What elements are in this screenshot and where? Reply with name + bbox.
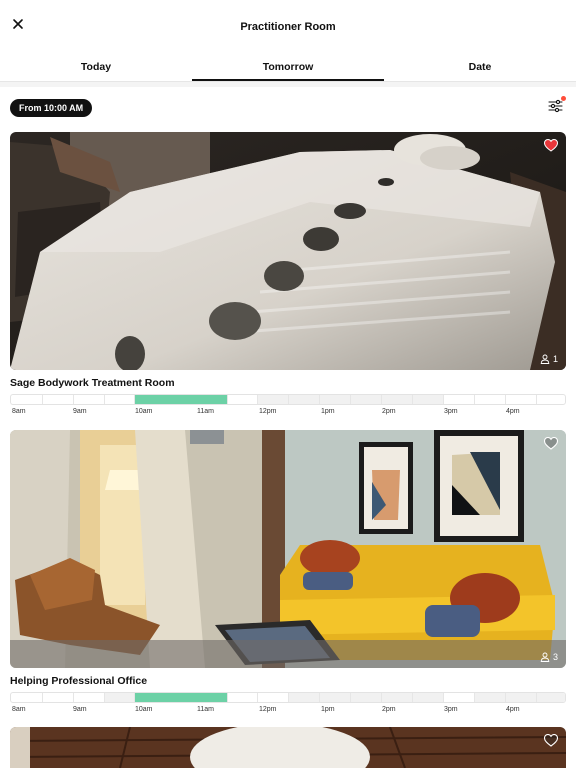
massage-table-photo[interactable]: 1 xyxy=(10,132,566,370)
timeline-tick xyxy=(134,395,135,404)
favorite-button[interactable] xyxy=(543,138,559,152)
capacity-badge: 3 xyxy=(540,652,558,662)
timeline-tick xyxy=(319,693,320,702)
timeline-tick xyxy=(536,395,537,404)
person-icon xyxy=(540,354,550,364)
active-tab-indicator xyxy=(192,79,384,81)
timeline-tick xyxy=(443,395,444,404)
time-label: 1pm xyxy=(321,706,335,713)
time-label: 3pm xyxy=(444,408,458,415)
timeline-tick xyxy=(412,395,413,404)
timeline-tick xyxy=(73,693,74,702)
divider xyxy=(0,82,576,87)
timeline-labels: 8am 9am 10am 11am 12pm 1pm 2pm 3pm 4pm xyxy=(10,408,566,420)
filter-button[interactable] xyxy=(545,96,567,116)
time-label: 11am xyxy=(197,408,214,415)
page-title: Practitioner Room xyxy=(240,21,336,33)
time-label: 2pm xyxy=(382,706,396,713)
timeline-tick xyxy=(227,693,228,702)
timeline-labels: 8am 9am 10am 11am 12pm 1pm 2pm 3pm 4pm xyxy=(10,706,566,718)
tab-today[interactable]: Today xyxy=(0,52,192,82)
office-room-image xyxy=(10,430,566,668)
time-label: 12pm xyxy=(259,706,277,713)
timeline-tick xyxy=(104,395,105,404)
time-label: 10am xyxy=(135,706,153,713)
day-tabs: Today Tomorrow Date xyxy=(0,52,576,82)
heart-icon xyxy=(543,436,559,450)
timeline-tick xyxy=(288,395,289,404)
room-card[interactable]: 1 Sage Bodywork Treatment Room 8am 9am 1… xyxy=(10,132,566,420)
time-label: 1pm xyxy=(321,408,335,415)
time-label: 4pm xyxy=(506,408,520,415)
massage-table-image xyxy=(10,132,566,370)
time-label: 11am xyxy=(197,706,214,713)
timeline-tick xyxy=(104,693,105,702)
timeline-tick xyxy=(134,693,135,702)
timeline-tick xyxy=(350,693,351,702)
timeline-tick xyxy=(505,693,506,702)
favorite-button[interactable] xyxy=(543,436,559,450)
selected-slot[interactable] xyxy=(134,395,227,404)
timeline-tick xyxy=(474,693,475,702)
time-label: 12pm xyxy=(259,408,277,415)
top-bar: Practitioner Room xyxy=(0,0,576,52)
time-label: 8am xyxy=(12,408,26,415)
availability-timeline[interactable] xyxy=(10,394,566,405)
timeline-tick xyxy=(505,395,506,404)
time-label: 3pm xyxy=(444,706,458,713)
filter-active-dot xyxy=(561,96,566,101)
timeline-tick xyxy=(350,395,351,404)
start-time-filter-pill[interactable]: From 10:00 AM xyxy=(10,99,93,117)
timeline-tick xyxy=(536,693,537,702)
person-icon xyxy=(540,652,550,662)
timeline-tick xyxy=(412,693,413,702)
tab-date[interactable]: Date xyxy=(384,52,576,82)
time-label: 4pm xyxy=(506,706,520,713)
room-card[interactable]: 3 Helping Professional Office 8am 9am 10… xyxy=(10,430,566,718)
timeline-tick xyxy=(381,693,382,702)
availability-timeline[interactable] xyxy=(10,692,566,703)
timeline-tick xyxy=(443,693,444,702)
timeline-tick xyxy=(257,395,258,404)
timeline-tick xyxy=(73,395,74,404)
time-label: 8am xyxy=(12,706,26,713)
timeline-tick xyxy=(474,395,475,404)
time-label: 2pm xyxy=(382,408,396,415)
capacity-badge: 1 xyxy=(540,354,558,364)
timeline-tick xyxy=(257,693,258,702)
office-room-photo[interactable]: 3 xyxy=(10,430,566,668)
heart-icon xyxy=(543,733,559,747)
room-image xyxy=(10,727,566,768)
time-label: 9am xyxy=(73,408,87,415)
capacity-count: 3 xyxy=(552,652,558,662)
room-photo[interactable] xyxy=(10,727,566,768)
favorite-button[interactable] xyxy=(543,733,559,747)
timeline-tick xyxy=(288,693,289,702)
tab-tomorrow[interactable]: Tomorrow xyxy=(192,52,384,82)
timeline-tick xyxy=(42,395,43,404)
booked-slot xyxy=(474,693,565,702)
time-label: 9am xyxy=(73,706,87,713)
timeline-tick xyxy=(381,395,382,404)
room-name[interactable]: Helping Professional Office xyxy=(10,675,566,687)
timeline-tick xyxy=(319,395,320,404)
room-card[interactable] xyxy=(10,727,566,768)
booked-slot xyxy=(288,693,443,702)
selected-slot[interactable] xyxy=(134,693,227,702)
room-name[interactable]: Sage Bodywork Treatment Room xyxy=(10,377,566,389)
timeline-tick xyxy=(227,395,228,404)
time-label: 10am xyxy=(135,408,153,415)
timeline-tick xyxy=(42,693,43,702)
booked-slot xyxy=(104,693,134,702)
heart-filled-icon xyxy=(543,138,559,152)
capacity-count: 1 xyxy=(552,354,558,364)
